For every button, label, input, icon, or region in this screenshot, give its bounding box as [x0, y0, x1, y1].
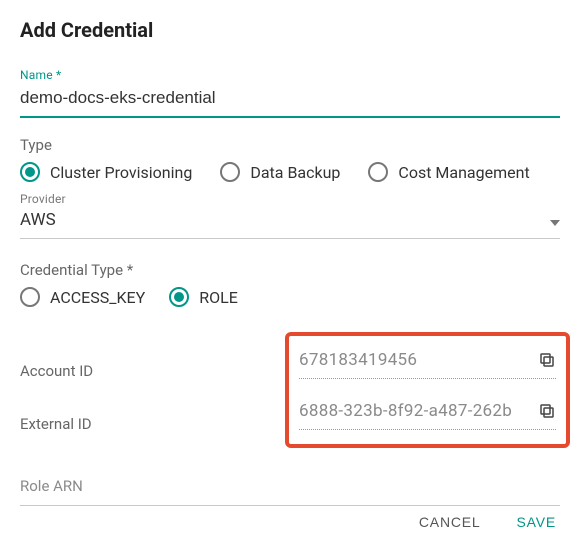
provider-label: Provider: [20, 192, 560, 206]
page-title: Add Credential: [20, 18, 560, 42]
name-label: Name *: [20, 68, 560, 82]
account-id-value: 678183419456: [299, 350, 528, 370]
type-option-label: Data Backup: [250, 163, 340, 182]
type-option-label: Cost Management: [398, 163, 529, 182]
role-arn-label: Role ARN: [20, 477, 83, 495]
radio-icon: [20, 162, 40, 182]
external-id-label: External ID: [20, 415, 92, 433]
type-option-label: Cluster Provisioning: [50, 163, 192, 182]
credential-type-option-access-key[interactable]: ACCESS_KEY: [20, 287, 145, 307]
external-id-value: 6888-323b-8f92-a487-262b: [299, 401, 528, 421]
external-id-row: 6888-323b-8f92-a487-262b: [299, 397, 556, 430]
account-id-row: 678183419456: [299, 346, 556, 379]
radio-icon: [220, 162, 240, 182]
type-option-cost-management[interactable]: Cost Management: [368, 162, 529, 182]
chevron-down-icon: [550, 220, 560, 226]
type-option-data-backup[interactable]: Data Backup: [220, 162, 340, 182]
credential-type-option-label: ROLE: [199, 288, 238, 307]
credential-type-radio-group: ACCESS_KEY ROLE: [20, 287, 560, 307]
copy-icon[interactable]: [538, 351, 556, 369]
type-radio-group: Cluster Provisioning Data Backup Cost Ma…: [20, 162, 560, 182]
type-label: Type: [20, 136, 560, 154]
provider-value: AWS: [20, 210, 56, 230]
account-id-label: Account ID: [20, 362, 93, 380]
save-button[interactable]: SAVE: [512, 508, 560, 536]
role-arn-field[interactable]: Role ARN: [20, 476, 560, 506]
credential-type-label: Credential Type *: [20, 261, 560, 279]
provider-select[interactable]: AWS: [20, 210, 560, 239]
credential-type-option-label: ACCESS_KEY: [50, 288, 145, 307]
radio-icon: [169, 287, 189, 307]
name-input[interactable]: [20, 86, 560, 118]
dialog-actions: CANCEL SAVE: [415, 508, 560, 536]
radio-icon: [368, 162, 388, 182]
name-field: Name *: [20, 68, 560, 118]
credential-type-option-role[interactable]: ROLE: [169, 287, 238, 307]
cancel-button[interactable]: CANCEL: [415, 508, 485, 536]
copy-icon[interactable]: [538, 402, 556, 420]
radio-icon: [20, 287, 40, 307]
highlighted-ids-callout: 678183419456 6888-323b-8f92-a487-262b: [285, 332, 570, 448]
type-option-cluster-provisioning[interactable]: Cluster Provisioning: [20, 162, 192, 182]
